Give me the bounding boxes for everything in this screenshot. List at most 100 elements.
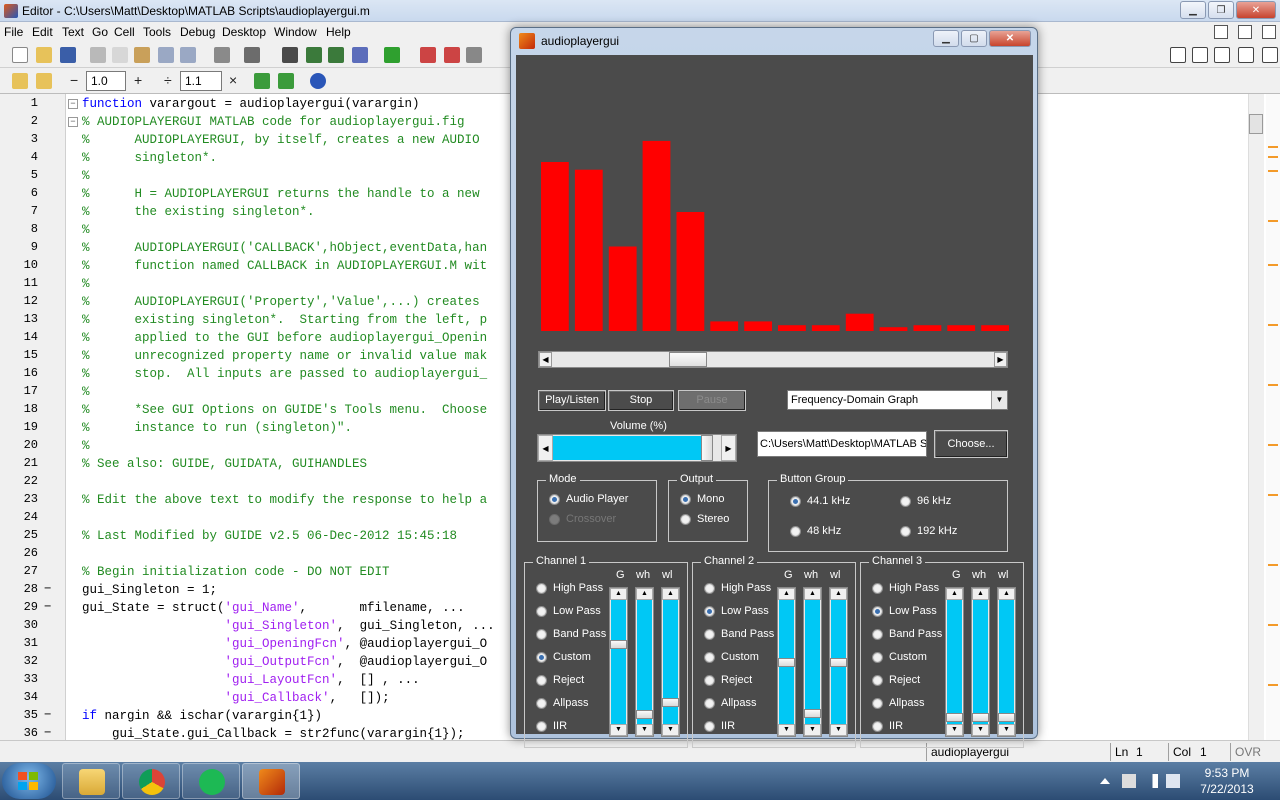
volume-slider[interactable]: ◀ ▶ xyxy=(537,434,737,462)
slider-thumb[interactable] xyxy=(830,657,847,667)
position-slider[interactable]: ◀ ▶ xyxy=(538,351,1008,368)
slider-down-arrow-icon[interactable]: ▼ xyxy=(946,724,963,736)
slider-down-arrow-icon[interactable]: ▼ xyxy=(778,724,795,736)
pause-button[interactable]: Pause xyxy=(678,390,746,411)
slider-up-arrow-icon[interactable]: ▲ xyxy=(830,588,847,600)
choose-button[interactable]: Choose... xyxy=(934,430,1008,458)
find-icon[interactable] xyxy=(244,47,260,63)
taskbar-spotify[interactable] xyxy=(182,763,240,799)
channel-1-slider-G[interactable]: ▲ ▼ xyxy=(609,587,628,737)
breakpoint-dash[interactable]: − xyxy=(44,708,54,722)
channel-3-slider-wl[interactable]: ▲ ▼ xyxy=(997,587,1016,737)
forward-arrow-icon[interactable] xyxy=(328,47,344,63)
layout-single-icon[interactable] xyxy=(1262,47,1278,63)
slider-up-arrow-icon[interactable]: ▲ xyxy=(804,588,821,600)
slider-thumb[interactable] xyxy=(972,712,989,722)
slider-down-arrow-icon[interactable]: ▼ xyxy=(636,724,653,736)
clock[interactable]: 9:53 PM 7/22/2013 xyxy=(1192,765,1262,797)
menu-go[interactable]: Go xyxy=(92,25,108,39)
slider-thumb[interactable] xyxy=(778,657,795,667)
show-hidden-icons-icon[interactable] xyxy=(1100,778,1110,784)
close-doc-icon[interactable] xyxy=(1262,25,1276,39)
view-select[interactable]: Frequency-Domain Graph ▼ xyxy=(787,390,1008,410)
undo-icon[interactable] xyxy=(158,47,174,63)
multiply-button[interactable]: × xyxy=(229,72,237,88)
layout-float-icon[interactable] xyxy=(1238,47,1254,63)
decrement-button[interactable]: − xyxy=(70,72,78,88)
breakpoint-clear-icon[interactable] xyxy=(444,47,460,63)
find-binoculars-icon[interactable] xyxy=(282,47,298,63)
breakpoint-set-icon[interactable] xyxy=(420,47,436,63)
breakpoint-dash[interactable]: − xyxy=(44,726,54,740)
slider-thumb[interactable] xyxy=(636,710,653,720)
gui-maximize-icon[interactable]: ▢ xyxy=(961,30,987,47)
layout-columns-icon[interactable] xyxy=(1192,47,1208,63)
slider-thumb[interactable] xyxy=(662,697,679,707)
stop-button[interactable]: Stop xyxy=(608,390,674,411)
slider-down-arrow-icon[interactable]: ▼ xyxy=(972,724,989,736)
cut-icon[interactable] xyxy=(90,47,106,63)
open-folder-icon[interactable] xyxy=(36,47,52,63)
cell-eval-advance-icon[interactable] xyxy=(36,73,52,89)
slider-thumb[interactable] xyxy=(804,709,821,719)
channel-2-slider-wh[interactable]: ▲ ▼ xyxy=(803,587,822,737)
slider-thumb[interactable] xyxy=(998,712,1015,722)
channel-3-slider-G[interactable]: ▲ ▼ xyxy=(945,587,964,737)
menu-edit[interactable]: Edit xyxy=(32,25,53,39)
channel-2-slider-wl[interactable]: ▲ ▼ xyxy=(829,587,848,737)
warning-marker[interactable] xyxy=(1268,684,1278,686)
warning-marker[interactable] xyxy=(1268,444,1278,446)
warning-marker[interactable] xyxy=(1268,264,1278,266)
step-icon[interactable] xyxy=(466,47,482,63)
play-listen-button[interactable]: Play/Listen xyxy=(538,390,606,411)
warning-marker[interactable] xyxy=(1268,170,1278,172)
volume-right-arrow-icon[interactable]: ▶ xyxy=(721,435,736,461)
position-slider-thumb[interactable] xyxy=(669,352,708,367)
increment-button[interactable]: + xyxy=(134,72,142,88)
slider-up-arrow-icon[interactable]: ▲ xyxy=(636,588,653,600)
slider-up-arrow-icon[interactable]: ▲ xyxy=(972,588,989,600)
volume-slider-thumb[interactable] xyxy=(701,435,714,461)
warning-marker[interactable] xyxy=(1268,156,1278,158)
editor-titlebar[interactable]: Editor - C:\Users\Matt\Desktop\MATLAB Sc… xyxy=(0,0,1280,22)
taskbar-matlab[interactable] xyxy=(242,763,300,799)
cell-mode-2-icon[interactable] xyxy=(278,73,294,89)
warning-marker[interactable] xyxy=(1268,384,1278,386)
print-icon[interactable] xyxy=(214,47,230,63)
warning-marker[interactable] xyxy=(1268,324,1278,326)
breakpoint-dash[interactable]: − xyxy=(44,600,54,614)
chevron-down-icon[interactable]: ▼ xyxy=(991,391,1007,409)
menu-desktop[interactable]: Desktop xyxy=(222,25,266,39)
breakpoint-dash[interactable]: − xyxy=(44,582,54,596)
volume-left-arrow-icon[interactable]: ◀ xyxy=(538,435,553,461)
cell-mode-icon[interactable] xyxy=(254,73,270,89)
start-button[interactable] xyxy=(2,763,56,799)
slider-down-arrow-icon[interactable]: ▼ xyxy=(610,724,627,736)
warning-marker[interactable] xyxy=(1268,146,1278,148)
maximize-icon[interactable]: ❐ xyxy=(1208,1,1234,19)
slider-down-arrow-icon[interactable]: ▼ xyxy=(998,724,1015,736)
taskbar-explorer[interactable] xyxy=(62,763,120,799)
warning-marker[interactable] xyxy=(1268,494,1278,496)
editor-scroll-thumb[interactable] xyxy=(1249,114,1263,134)
slider-up-arrow-icon[interactable]: ▲ xyxy=(662,588,679,600)
channel-1-slider-wh[interactable]: ▲ ▼ xyxy=(635,587,654,737)
gui-close-icon[interactable]: ✕ xyxy=(989,30,1031,47)
layout-2x2-icon[interactable] xyxy=(1170,47,1186,63)
scale-value-input[interactable] xyxy=(180,71,222,91)
paste-icon[interactable] xyxy=(134,47,150,63)
channel-3-slider-wh[interactable]: ▲ ▼ xyxy=(971,587,990,737)
slider-down-arrow-icon[interactable]: ▼ xyxy=(830,724,847,736)
menu-debug[interactable]: Debug xyxy=(180,25,215,39)
slider-thumb[interactable] xyxy=(610,640,627,650)
channel-1-slider-wl[interactable]: ▲ ▼ xyxy=(661,587,680,737)
network-icon[interactable] xyxy=(1144,774,1158,788)
slider-left-arrow-icon[interactable]: ◀ xyxy=(539,352,552,367)
menu-tools[interactable]: Tools xyxy=(143,25,171,39)
slider-up-arrow-icon[interactable]: ▲ xyxy=(998,588,1015,600)
warning-marker[interactable] xyxy=(1268,564,1278,566)
cell-eval-icon[interactable] xyxy=(12,73,28,89)
warning-marker[interactable] xyxy=(1268,624,1278,626)
back-arrow-icon[interactable] xyxy=(306,47,322,63)
minimize-icon[interactable]: ▁ xyxy=(1180,1,1206,19)
